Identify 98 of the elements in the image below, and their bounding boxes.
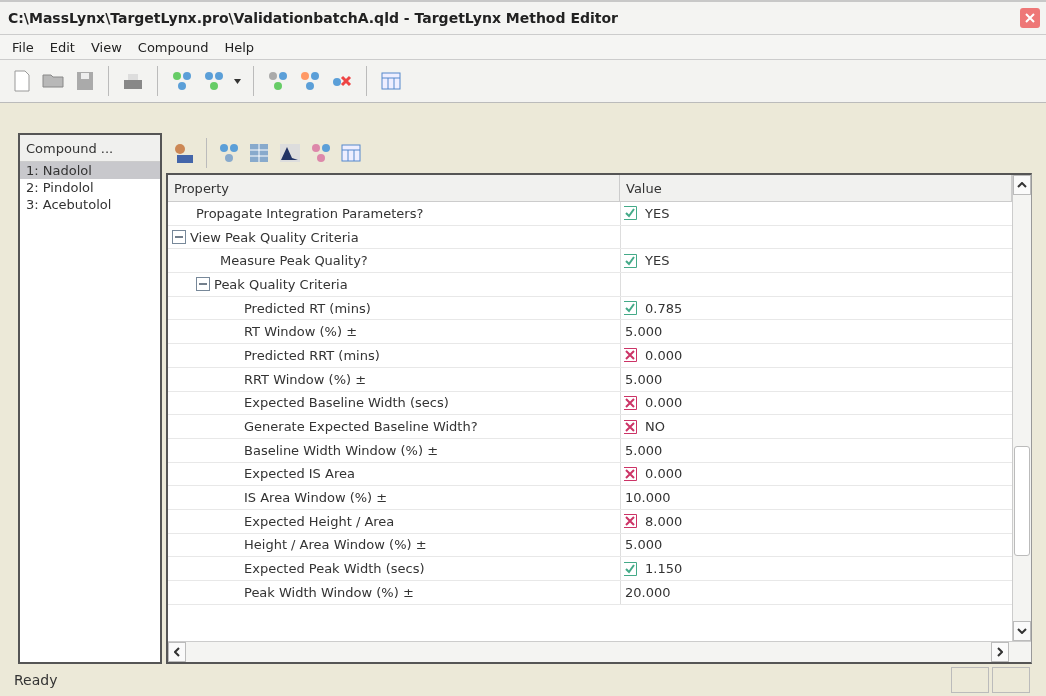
property-label: Predicted RRT (mins)	[244, 347, 380, 363]
close-icon	[1025, 13, 1035, 23]
tick-icon[interactable]	[623, 561, 637, 576]
molecule-button[interactable]	[266, 69, 290, 93]
chevron-up-icon	[1017, 182, 1027, 188]
caret-icon[interactable]	[234, 78, 241, 84]
grid-icon	[249, 143, 269, 163]
molecule-icon	[219, 143, 239, 163]
property-value: 8.000	[645, 513, 683, 529]
molecule-button[interactable]	[217, 141, 241, 165]
menu-item[interactable]: Help	[218, 37, 261, 57]
molecule-button[interactable]	[170, 69, 194, 93]
close-button[interactable]	[1020, 8, 1040, 28]
collapse-toggle[interactable]	[172, 230, 186, 245]
property-value: 1.150	[645, 561, 683, 577]
property-label: Measure Peak Quality?	[220, 253, 368, 269]
property-label: Expected Peak Width (secs)	[244, 561, 425, 577]
property-label: Peak Width Window (%) ±	[244, 584, 414, 600]
property-label: Baseline Width Window (%) ±	[244, 442, 439, 458]
menu-item[interactable]: View	[84, 37, 128, 57]
cross-icon[interactable]	[623, 514, 637, 529]
scroll-up-button[interactable]	[1013, 175, 1031, 195]
property-value: YES	[645, 205, 670, 221]
property-value: NO	[645, 419, 665, 435]
property-label: RT Window (%) ±	[244, 324, 358, 340]
menu-item[interactable]: Compound	[131, 37, 215, 57]
tick-icon[interactable]	[623, 206, 637, 221]
molecule-icon	[172, 71, 192, 91]
menu-item[interactable]: Edit	[43, 37, 81, 57]
property-label: IS Area Window (%) ±	[244, 490, 388, 506]
delete-icon	[332, 75, 352, 87]
property-label: Generate Expected Baseline Width?	[244, 419, 478, 435]
chevron-left-icon	[174, 647, 180, 657]
group-label: Peak Quality Criteria	[214, 276, 348, 292]
molecule-icon	[300, 71, 320, 91]
page-icon	[14, 70, 30, 92]
property-label: RRT Window (%) ±	[244, 371, 367, 387]
property-value: 10.000	[625, 490, 671, 506]
property-value: 0.000	[645, 395, 683, 411]
disk-button[interactable]	[74, 69, 96, 93]
molecule-icon	[204, 71, 224, 91]
chart-icon	[279, 143, 301, 163]
property-label: Expected Height / Area	[244, 513, 395, 529]
property-value: 0.000	[645, 466, 683, 482]
chevron-right-icon	[997, 647, 1003, 657]
property-label: Height / Area Window (%) ±	[244, 537, 427, 553]
menu-item[interactable]: File	[6, 37, 40, 57]
property-label: Propagate Integration Parameters?	[196, 205, 424, 221]
folder-button[interactable]	[40, 72, 66, 90]
chart-button[interactable]	[277, 141, 303, 165]
property-value: 5.000	[625, 371, 663, 387]
tick-icon[interactable]	[623, 301, 637, 316]
status-pane	[992, 667, 1030, 693]
cross-icon[interactable]	[623, 348, 637, 363]
column-header: Property	[168, 175, 620, 201]
property-value: 0.000	[645, 347, 683, 363]
molecule-button[interactable]	[309, 141, 333, 165]
table-icon	[341, 144, 361, 162]
property-value: 20.000	[625, 584, 671, 600]
molecule-button[interactable]	[202, 69, 226, 93]
list-item[interactable]: 1: Nadolol	[20, 162, 160, 179]
property-value: 5.000	[625, 324, 663, 340]
table-button[interactable]	[339, 142, 363, 164]
molecule-button[interactable]	[298, 69, 322, 93]
column-header: Compound ...	[20, 135, 160, 162]
delete-button[interactable]	[330, 73, 354, 89]
molecule-icon	[311, 143, 331, 163]
property-value: 5.000	[625, 442, 663, 458]
cross-icon[interactable]	[623, 419, 637, 434]
property-label: Expected IS Area	[244, 466, 355, 482]
table-icon	[381, 72, 401, 90]
status-text: Ready	[14, 672, 58, 688]
scroll-down-button[interactable]	[1013, 621, 1031, 641]
vertical-scrollbar[interactable]	[1012, 175, 1031, 641]
chevron-down-icon	[1017, 628, 1027, 634]
cross-icon[interactable]	[623, 395, 637, 410]
tick-icon[interactable]	[623, 253, 637, 268]
person-icon	[174, 142, 194, 164]
grid-button[interactable]	[247, 141, 271, 165]
status-pane	[951, 667, 989, 693]
scroll-right-button[interactable]	[991, 642, 1009, 662]
printer-icon	[123, 72, 143, 90]
page-button[interactable]	[12, 68, 32, 94]
property-label: Expected Baseline Width (secs)	[244, 395, 449, 411]
property-value: 5.000	[625, 537, 663, 553]
scroll-left-button[interactable]	[168, 642, 186, 662]
table-button[interactable]	[379, 70, 403, 92]
property-value: YES	[645, 253, 670, 269]
property-value: 0.785	[645, 300, 683, 316]
group-label: View Peak Quality Criteria	[190, 229, 359, 245]
folder-icon	[42, 74, 64, 88]
molecule-icon	[268, 71, 288, 91]
horizontal-scrollbar[interactable]	[168, 641, 1031, 662]
collapse-toggle[interactable]	[196, 277, 210, 292]
cross-icon[interactable]	[623, 466, 637, 481]
property-label: Predicted RT (mins)	[244, 300, 371, 316]
window-title: C:\MassLynx\TargetLynx.pro\ValidationbatchA.qld - TargetLynx Method Editor	[8, 10, 618, 26]
scroll-thumb[interactable]	[1014, 446, 1030, 556]
